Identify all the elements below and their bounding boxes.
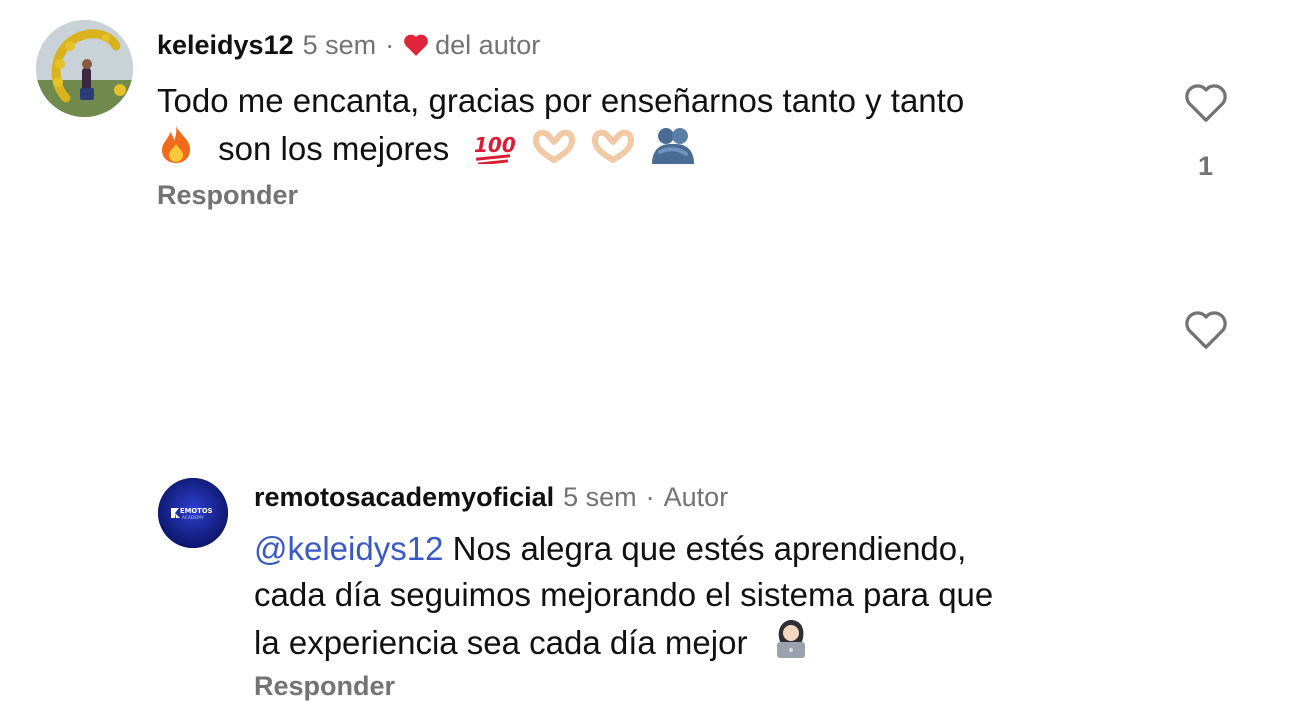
comment-time: 5 sem xyxy=(302,30,377,60)
separator-dot: · xyxy=(645,482,655,512)
mention-link[interactable]: @keleidys12 xyxy=(254,530,443,567)
avatar[interactable]: EMOTOS ACADEMY xyxy=(158,478,228,548)
people-hugging-emoji xyxy=(650,126,696,176)
comment-text: @keleidys12 Nos alegra que estés aprendi… xyxy=(254,526,1154,670)
author-label: Autor xyxy=(663,482,729,512)
hundred-points-emoji: 100 xyxy=(472,128,516,176)
reply-button[interactable]: Responder xyxy=(254,671,395,702)
heart-outline-icon[interactable] xyxy=(1183,84,1229,128)
fire-emoji xyxy=(157,124,195,176)
username[interactable]: remotosacademyoficial xyxy=(254,482,554,513)
woman-technologist-emoji xyxy=(771,618,811,670)
comment-meta: keleidys12 5 sem · del autor xyxy=(157,30,540,61)
comment-text: Todo me encanta, gracias por enseñarnos … xyxy=(157,78,1147,176)
author-liked-label: del autor xyxy=(435,30,541,60)
comment-meta: remotosacademyoficial 5 sem · Autor xyxy=(254,482,728,513)
heart-hands-emoji xyxy=(532,128,576,176)
avatar[interactable] xyxy=(36,20,133,117)
avatar-logo-subtext: ACADEMY xyxy=(182,515,204,521)
comment-text-line: son los mejores 100 xyxy=(157,124,1147,176)
comment-text-line: cada día seguimos mejorando el sistema p… xyxy=(254,576,994,613)
like-button[interactable] xyxy=(1183,309,1229,356)
like-count[interactable]: 1 xyxy=(1198,151,1213,182)
heart-icon xyxy=(403,30,429,61)
comment-text-segment: Nos alegra que estés aprendiendo, xyxy=(443,530,967,567)
reply-comment-item: EMOTOS ACADEMY remotosacademyoficial 5 s… xyxy=(0,230,1290,701)
heart-hands-emoji xyxy=(591,128,635,176)
comment-time: 5 sem xyxy=(563,482,637,512)
comment-text-line: Todo me encanta, gracias por enseñarnos … xyxy=(157,82,965,119)
username[interactable]: keleidys12 xyxy=(157,30,294,61)
comment-text-line: @keleidys12 Nos alegra que estés aprendi… xyxy=(254,526,1154,572)
like-button[interactable] xyxy=(1183,82,1229,129)
svg-text:100: 100 xyxy=(474,133,516,157)
comment-text-segment: son los mejores xyxy=(218,130,450,167)
comment-text-line: la experiencia sea cada día mejor xyxy=(254,618,1154,670)
separator-dot: · xyxy=(385,30,395,60)
heart-outline-icon[interactable] xyxy=(1183,311,1229,355)
comment-item: keleidys12 5 sem · del autor Todo me enc… xyxy=(0,0,1290,230)
comment-text-segment: la experiencia sea cada día mejor xyxy=(254,624,748,661)
avatar-logo-text: EMOTOS xyxy=(180,507,213,515)
reply-button[interactable]: Responder xyxy=(157,180,298,211)
